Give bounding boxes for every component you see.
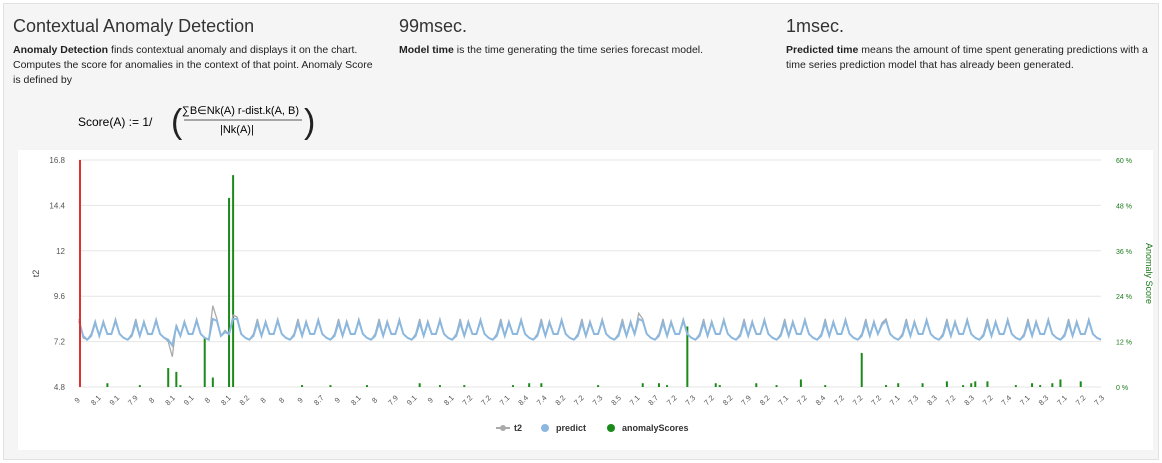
x-tick-label: 7.1 bbox=[498, 393, 512, 407]
x-tick-label: 7.2 bbox=[572, 393, 586, 407]
formula-denominator: |Nk(A)| bbox=[220, 124, 254, 136]
y2-tick-label: 0 % bbox=[1116, 385, 1128, 392]
x-tick-label: 8.5 bbox=[609, 393, 623, 407]
x-tick-label: 7.4 bbox=[535, 393, 549, 407]
predicted-time-description: Predicted time means the amount of time … bbox=[786, 44, 1148, 71]
x-tick-label: 8.1 bbox=[442, 393, 456, 407]
anomaly-detection-section: Contextual Anomaly Detection Anomaly Det… bbox=[13, 16, 383, 88]
x-tick-label: 7.2 bbox=[1074, 393, 1088, 407]
y-tick-label: 16.8 bbox=[49, 156, 65, 165]
x-tick-label: 7.9 bbox=[126, 393, 140, 407]
x-tick-label: 7.4 bbox=[999, 393, 1013, 407]
model-time-value: 99msec. bbox=[399, 16, 468, 36]
x-tick-label: 8.7 bbox=[312, 393, 326, 407]
x-tick-label: 8.2 bbox=[758, 393, 772, 407]
x-tick-label: 9.1 bbox=[405, 393, 419, 407]
x-tick-label: 8.1 bbox=[349, 393, 363, 407]
y-tick-label: 12 bbox=[56, 247, 65, 256]
y2-tick-label: 12 % bbox=[1116, 340, 1132, 347]
page-title: Contextual Anomaly Detection bbox=[13, 16, 255, 36]
y2-axis-label: Anomaly Score bbox=[1144, 243, 1153, 304]
x-tick-label: 8.1 bbox=[219, 393, 233, 407]
anomaly-chart: 16.8 14.4 12 9.6 7.2 4.8 60 % 48 % 36 % 24 % 12 % 0… bbox=[31, 156, 1154, 433]
x-tick-label: 7.1 bbox=[776, 393, 790, 407]
x-tick-label: 8.3 bbox=[925, 393, 939, 407]
model-time-description: Model time is the time generating the ti… bbox=[399, 44, 704, 56]
x-tick-label: 7.2 bbox=[795, 393, 809, 407]
x-tick-label: 9.1 bbox=[108, 393, 122, 407]
legend-label-anomalyScores: anomalyScores bbox=[622, 423, 689, 433]
x-tick-label: 8.2 bbox=[721, 393, 735, 407]
x-tick-label: 9 bbox=[73, 396, 82, 405]
x-tick-label: 7.2 bbox=[461, 393, 475, 407]
x-tick-label: 7.2 bbox=[851, 393, 865, 407]
x-tick-label: 9.1 bbox=[182, 393, 196, 407]
y2-tick-label: 60 % bbox=[1116, 158, 1132, 165]
x-tick-label: 7.1 bbox=[1018, 393, 1032, 407]
x-tick-label: 7.2 bbox=[981, 393, 995, 407]
x-tick-label: 7.9 bbox=[739, 393, 753, 407]
x-tick-label: 7.2 bbox=[869, 393, 883, 407]
x-tick-label: 7.2 bbox=[944, 393, 958, 407]
y-tick-label: 4.8 bbox=[54, 383, 66, 392]
x-tick-label: 7.2 bbox=[832, 393, 846, 407]
formula-lhs: Score(A) := 1/ bbox=[78, 115, 153, 129]
x-tick-label: 8.4 bbox=[516, 393, 530, 407]
x-tick-label: 8 bbox=[277, 396, 286, 405]
x-tick-label: 7.2 bbox=[479, 393, 493, 407]
x-tick-label: 8.7 bbox=[646, 393, 660, 407]
y-tick-label: 9.6 bbox=[54, 292, 66, 301]
x-tick-label: 7.1 bbox=[888, 393, 902, 407]
chart-container: 16.8 14.4 12 9.6 7.2 4.8 60 % 48 % 36 % 24 % 12 % 0… bbox=[18, 150, 1154, 450]
x-tick-label: 7.3 bbox=[591, 393, 605, 407]
x-tick-label: 7.3 bbox=[907, 393, 921, 407]
formula-numerator: ∑B∈Nk(A) r-dist.k(A, B) bbox=[182, 105, 299, 117]
x-tick-label: 9 bbox=[426, 396, 435, 405]
legend-dot-anomalyScores bbox=[607, 424, 615, 432]
x-tick-label: 8 bbox=[147, 396, 156, 405]
x-tick-label: 7.2 bbox=[665, 393, 679, 407]
x-tick-label: 8.1 bbox=[163, 393, 177, 407]
formula-graphic: Score(A) := 1/ ( ∑B∈Nk(A) r-dist.k(A, B)… bbox=[78, 103, 315, 141]
legend-label-predict: predict bbox=[556, 423, 586, 433]
x-tick-label: 7.1 bbox=[628, 393, 642, 407]
y-tick-label: 7.2 bbox=[54, 338, 66, 347]
x-tick-label: 7.3 bbox=[684, 393, 698, 407]
x-tick-label: 8 bbox=[370, 396, 379, 405]
x-tick-label: 7.1 bbox=[1055, 393, 1069, 407]
header-panel: Contextual Anomaly Detection Anomaly Det… bbox=[3, 3, 1159, 460]
x-tick-label: 8 bbox=[258, 396, 267, 405]
model-time-section: 99msec. Model time is the time generatin… bbox=[399, 16, 769, 58]
x-tick-label: 8.2 bbox=[553, 393, 567, 407]
x-tick-label: 8.4 bbox=[814, 393, 828, 407]
y2-tick-label: 48 % bbox=[1116, 203, 1132, 210]
x-tick-label: 8.3 bbox=[962, 393, 976, 407]
x-tick-label: 8.2 bbox=[238, 393, 252, 407]
x-tick-label: 8.1 bbox=[89, 393, 103, 407]
formula-paren-right: ) bbox=[304, 103, 315, 141]
x-tick-label: 7.3 bbox=[1092, 393, 1106, 407]
x-tick-label: 9 bbox=[296, 396, 305, 405]
x-tick-label: 8 bbox=[203, 396, 212, 405]
predicted-time-value: 1msec. bbox=[786, 16, 845, 36]
anomaly-description: Anomaly Detection finds contextual anoma… bbox=[13, 44, 373, 86]
predicted-time-section: 1msec. Predicted time means the amount o… bbox=[786, 16, 1151, 73]
legend-dot-t2 bbox=[500, 425, 506, 431]
legend-dot-predict bbox=[541, 424, 549, 432]
y2-tick-label: 36 % bbox=[1116, 249, 1132, 256]
x-tick-label: 8.3 bbox=[1037, 393, 1051, 407]
y2-tick-label: 24 % bbox=[1116, 294, 1132, 301]
legend-label-t2: t2 bbox=[514, 423, 522, 433]
y-axis-label: t2 bbox=[31, 270, 41, 278]
x-tick-label: 9 bbox=[333, 396, 342, 405]
score-formula: Score(A) := 1/ ( ∑B∈Nk(A) r-dist.k(A, B)… bbox=[78, 100, 318, 141]
x-tick-label: 7.9 bbox=[386, 393, 400, 407]
y-tick-label: 14.4 bbox=[49, 201, 65, 210]
x-tick-label: 7.2 bbox=[702, 393, 716, 407]
